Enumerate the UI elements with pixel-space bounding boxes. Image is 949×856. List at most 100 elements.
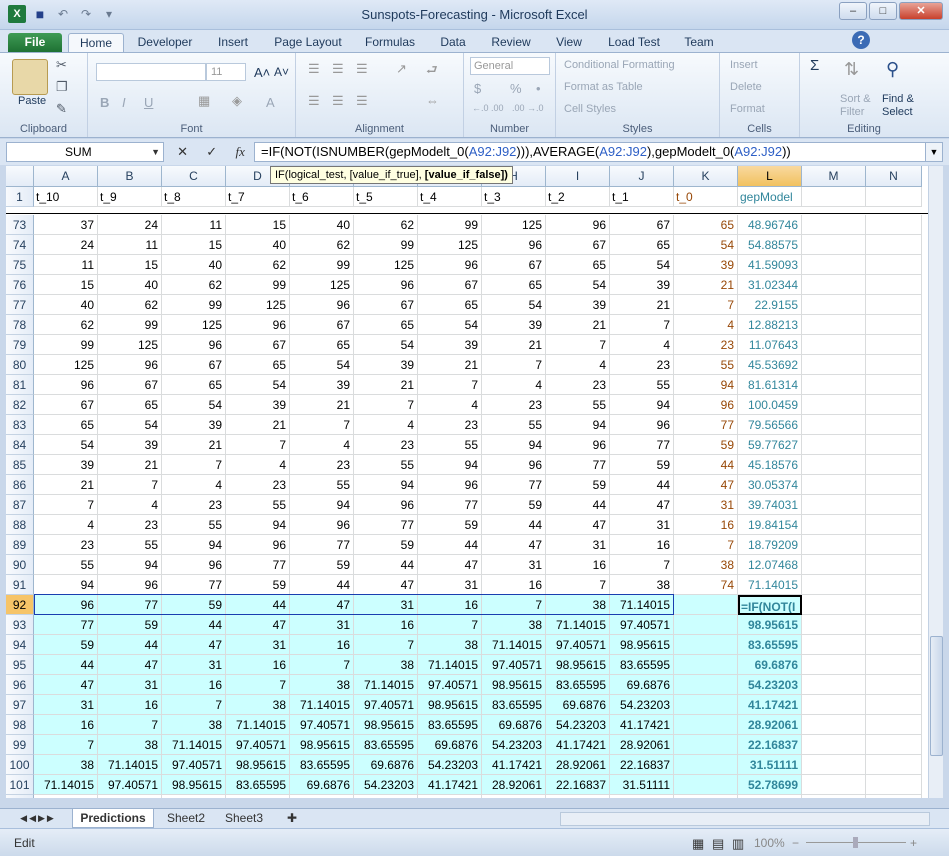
table-cell[interactable]: 24 xyxy=(34,235,98,255)
header-cell[interactable]: t_1 xyxy=(610,187,674,207)
row-header[interactable]: 76 xyxy=(6,275,34,295)
table-cell[interactable]: 22.16837 xyxy=(546,775,610,795)
table-cell[interactable]: 77 xyxy=(162,575,226,595)
table-cell[interactable]: 38 xyxy=(674,555,738,575)
table-cell[interactable]: 7 xyxy=(418,615,482,635)
table-cell[interactable]: 31 xyxy=(546,535,610,555)
table-cell[interactable]: 71.14015 xyxy=(738,575,802,595)
italic-button[interactable]: I xyxy=(122,95,126,110)
tab-developer[interactable]: Developer xyxy=(132,33,198,52)
table-cell[interactable] xyxy=(738,795,802,798)
table-cell[interactable]: 71.14015 xyxy=(546,615,610,635)
header-cell[interactable]: t_5 xyxy=(354,187,418,207)
table-cell[interactable] xyxy=(866,655,922,675)
table-cell[interactable]: 99 xyxy=(226,275,290,295)
shrink-font-button[interactable]: A˅ xyxy=(274,65,289,79)
table-cell[interactable] xyxy=(866,695,922,715)
table-cell[interactable]: 22.9155 xyxy=(738,295,802,315)
table-cell[interactable]: 44 xyxy=(546,495,610,515)
table-cell[interactable]: 44 xyxy=(34,655,98,675)
table-cell[interactable] xyxy=(802,515,866,535)
row-header[interactable]: 83 xyxy=(6,415,34,435)
table-cell[interactable]: 44 xyxy=(290,575,354,595)
table-cell[interactable]: 38 xyxy=(162,715,226,735)
row-header[interactable]: 82 xyxy=(6,395,34,415)
table-cell[interactable]: 94 xyxy=(98,555,162,575)
table-cell[interactable] xyxy=(866,215,922,235)
underline-button[interactable]: U xyxy=(144,95,153,110)
table-cell[interactable] xyxy=(290,795,354,798)
table-cell[interactable]: 96 xyxy=(482,455,546,475)
table-cell[interactable] xyxy=(802,455,866,475)
row-header[interactable]: 99 xyxy=(6,735,34,755)
table-cell[interactable]: 54 xyxy=(610,255,674,275)
row-header[interactable]: 93 xyxy=(6,615,34,635)
table-cell[interactable]: 96 xyxy=(482,235,546,255)
table-cell[interactable]: 15 xyxy=(34,275,98,295)
table-cell[interactable]: 77 xyxy=(98,595,162,615)
table-cell[interactable]: 62 xyxy=(34,315,98,335)
row-header[interactable]: 84 xyxy=(6,435,34,455)
table-cell[interactable]: 44 xyxy=(98,635,162,655)
table-cell[interactable]: 67 xyxy=(482,255,546,275)
table-cell[interactable]: 7 xyxy=(546,335,610,355)
table-cell[interactable]: 65 xyxy=(546,255,610,275)
table-cell[interactable]: 21 xyxy=(482,335,546,355)
table-cell[interactable]: 97.40571 xyxy=(610,615,674,635)
align-middle-icon[interactable]: ☰ xyxy=(332,61,344,77)
currency-button[interactable]: $ xyxy=(474,81,481,96)
row-header[interactable]: 86 xyxy=(6,475,34,495)
table-cell[interactable]: 74 xyxy=(674,575,738,595)
table-cell[interactable]: 96 xyxy=(34,375,98,395)
table-cell[interactable]: 16 xyxy=(418,595,482,615)
table-cell[interactable]: 16 xyxy=(674,515,738,535)
table-cell[interactable]: 21 xyxy=(610,295,674,315)
table-cell[interactable] xyxy=(802,375,866,395)
table-cell[interactable]: 71.14015 xyxy=(482,635,546,655)
table-cell[interactable]: 97.40571 xyxy=(290,715,354,735)
table-cell[interactable]: =IF(NOT(I xyxy=(738,595,802,615)
table-cell[interactable]: 69.6876 xyxy=(354,755,418,775)
table-cell[interactable]: 21 xyxy=(418,355,482,375)
table-cell[interactable]: 125 xyxy=(98,335,162,355)
table-cell[interactable] xyxy=(802,535,866,555)
table-cell[interactable]: 59 xyxy=(418,515,482,535)
select-label[interactable]: Select xyxy=(882,106,913,118)
table-cell[interactable]: 4 xyxy=(418,395,482,415)
worksheet-grid[interactable]: ABCDEFGHIJKLMN1t_10t_9t_8t_7t_6t_5t_4t_3… xyxy=(6,166,928,798)
table-cell[interactable]: 98.95615 xyxy=(354,715,418,735)
table-cell[interactable]: 59 xyxy=(546,475,610,495)
cut-icon[interactable]: ✂ xyxy=(56,57,67,73)
table-cell[interactable]: 94 xyxy=(674,375,738,395)
table-cell[interactable]: 4 xyxy=(546,355,610,375)
table-cell[interactable]: 125 xyxy=(354,255,418,275)
table-cell[interactable] xyxy=(866,435,922,455)
table-cell[interactable] xyxy=(802,655,866,675)
table-cell[interactable]: 99 xyxy=(162,295,226,315)
table-cell[interactable]: 16 xyxy=(162,675,226,695)
table-cell[interactable]: 23 xyxy=(226,475,290,495)
table-cell[interactable]: 31 xyxy=(290,615,354,635)
table-cell[interactable]: 97.40571 xyxy=(546,635,610,655)
table-cell[interactable]: 55 xyxy=(482,415,546,435)
table-cell[interactable]: 54.23203 xyxy=(738,675,802,695)
table-cell[interactable] xyxy=(802,715,866,735)
table-cell[interactable]: 38 xyxy=(610,575,674,595)
table-cell[interactable]: 39 xyxy=(546,295,610,315)
table-cell[interactable] xyxy=(226,795,290,798)
table-cell[interactable]: 28.92061 xyxy=(482,775,546,795)
delete-cells-button[interactable]: Delete xyxy=(730,81,762,93)
table-cell[interactable] xyxy=(674,635,738,655)
table-cell[interactable]: 24 xyxy=(98,215,162,235)
fill-color-icon[interactable]: ◈ xyxy=(232,93,242,109)
table-cell[interactable]: 4 xyxy=(290,435,354,455)
table-cell[interactable]: 41.59093 xyxy=(738,255,802,275)
table-cell[interactable] xyxy=(674,775,738,795)
table-cell[interactable]: 40 xyxy=(34,295,98,315)
table-cell[interactable] xyxy=(866,475,922,495)
table-cell[interactable]: 67 xyxy=(226,335,290,355)
table-cell[interactable]: 94 xyxy=(34,575,98,595)
table-cell[interactable]: 59 xyxy=(674,435,738,455)
table-cell[interactable] xyxy=(674,735,738,755)
table-cell[interactable]: 83.65595 xyxy=(482,695,546,715)
